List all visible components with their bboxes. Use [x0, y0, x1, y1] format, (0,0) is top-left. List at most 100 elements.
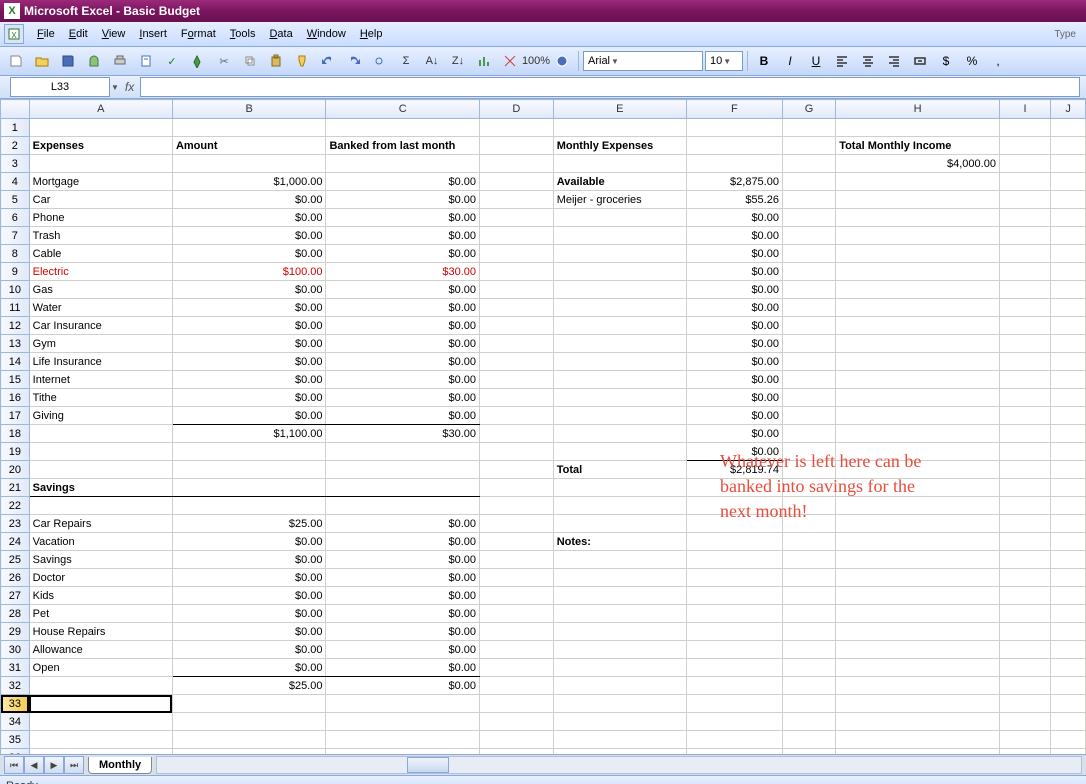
cell-B34[interactable]: [172, 713, 326, 731]
cell-G31[interactable]: [782, 659, 835, 677]
cell-A2[interactable]: Expenses: [29, 137, 172, 155]
cell-H13[interactable]: [836, 335, 1000, 353]
cell-G16[interactable]: [782, 389, 835, 407]
cell-B20[interactable]: [172, 461, 326, 479]
cell-I34[interactable]: [999, 713, 1050, 731]
cell-A34[interactable]: [29, 713, 172, 731]
cell-A21[interactable]: Savings: [29, 479, 172, 497]
cell-A25[interactable]: Savings: [29, 551, 172, 569]
cell-J36[interactable]: [1051, 749, 1086, 755]
cell-J25[interactable]: [1051, 551, 1086, 569]
chart-icon[interactable]: [472, 49, 496, 73]
cell-A22[interactable]: [29, 497, 172, 515]
cell-F18[interactable]: $0.00: [686, 425, 782, 443]
cell-E14[interactable]: [553, 353, 686, 371]
cell-F35[interactable]: [686, 731, 782, 749]
cell-F4[interactable]: $2,875.00: [686, 173, 782, 191]
cell-E11[interactable]: [553, 299, 686, 317]
cell-H26[interactable]: [836, 569, 1000, 587]
cell-C23[interactable]: $0.00: [326, 515, 480, 533]
format-painter-icon[interactable]: [290, 49, 314, 73]
cell-B11[interactable]: $0.00: [172, 299, 326, 317]
menu-data[interactable]: Data: [262, 26, 299, 42]
row-header-12[interactable]: 12: [1, 317, 30, 335]
row-header-25[interactable]: 25: [1, 551, 30, 569]
cell-B10[interactable]: $0.00: [172, 281, 326, 299]
cell-I27[interactable]: [999, 587, 1050, 605]
cell-E35[interactable]: [553, 731, 686, 749]
row-header-9[interactable]: 9: [1, 263, 30, 281]
cell-J12[interactable]: [1051, 317, 1086, 335]
cell-A29[interactable]: House Repairs: [29, 623, 172, 641]
cell-F6[interactable]: $0.00: [686, 209, 782, 227]
cell-F5[interactable]: $55.26: [686, 191, 782, 209]
cell-B23[interactable]: $25.00: [172, 515, 326, 533]
cell-E26[interactable]: [553, 569, 686, 587]
align-left-icon[interactable]: [830, 49, 854, 73]
cell-B9[interactable]: $100.00: [172, 263, 326, 281]
cell-G8[interactable]: [782, 245, 835, 263]
cell-C12[interactable]: $0.00: [326, 317, 480, 335]
cell-H9[interactable]: [836, 263, 1000, 281]
currency-icon[interactable]: $: [934, 49, 958, 73]
cell-D9[interactable]: [480, 263, 554, 281]
cell-C15[interactable]: $0.00: [326, 371, 480, 389]
cell-G10[interactable]: [782, 281, 835, 299]
cell-C4[interactable]: $0.00: [326, 173, 480, 191]
cell-D19[interactable]: [480, 443, 554, 461]
cell-A27[interactable]: Kids: [29, 587, 172, 605]
cell-D13[interactable]: [480, 335, 554, 353]
cell-A19[interactable]: [29, 443, 172, 461]
row-header-6[interactable]: 6: [1, 209, 30, 227]
cell-C28[interactable]: $0.00: [326, 605, 480, 623]
cell-D11[interactable]: [480, 299, 554, 317]
cell-E28[interactable]: [553, 605, 686, 623]
row-header-31[interactable]: 31: [1, 659, 30, 677]
cell-B4[interactable]: $1,000.00: [172, 173, 326, 191]
cell-I1[interactable]: [999, 119, 1050, 137]
cell-I24[interactable]: [999, 533, 1050, 551]
row-header-5[interactable]: 5: [1, 191, 30, 209]
col-header-D[interactable]: D: [480, 100, 554, 119]
cell-A3[interactable]: [29, 155, 172, 173]
cell-D28[interactable]: [480, 605, 554, 623]
cell-H17[interactable]: [836, 407, 1000, 425]
cell-A7[interactable]: Trash: [29, 227, 172, 245]
row-header-11[interactable]: 11: [1, 299, 30, 317]
sort-asc-icon[interactable]: A↓: [420, 49, 444, 73]
row-header-23[interactable]: 23: [1, 515, 30, 533]
cell-C31[interactable]: $0.00: [326, 659, 480, 677]
cell-H15[interactable]: [836, 371, 1000, 389]
row-header-36[interactable]: 36: [1, 749, 30, 755]
cell-D6[interactable]: [480, 209, 554, 227]
cell-A1[interactable]: [29, 119, 172, 137]
menu-tools[interactable]: Tools: [223, 26, 263, 42]
cell-D8[interactable]: [480, 245, 554, 263]
cell-I10[interactable]: [999, 281, 1050, 299]
cell-I8[interactable]: [999, 245, 1050, 263]
cell-I26[interactable]: [999, 569, 1050, 587]
row-header-20[interactable]: 20: [1, 461, 30, 479]
cell-J34[interactable]: [1051, 713, 1086, 731]
cell-C6[interactable]: $0.00: [326, 209, 480, 227]
cell-D25[interactable]: [480, 551, 554, 569]
cell-J23[interactable]: [1051, 515, 1086, 533]
row-header-26[interactable]: 26: [1, 569, 30, 587]
cell-B7[interactable]: $0.00: [172, 227, 326, 245]
cell-D36[interactable]: [480, 749, 554, 755]
cell-A18[interactable]: [29, 425, 172, 443]
cell-I36[interactable]: [999, 749, 1050, 755]
cell-I25[interactable]: [999, 551, 1050, 569]
redo-icon[interactable]: [342, 49, 366, 73]
cell-E6[interactable]: [553, 209, 686, 227]
cell-G36[interactable]: [782, 749, 835, 755]
bold-icon[interactable]: B: [752, 49, 776, 73]
cell-H34[interactable]: [836, 713, 1000, 731]
drawing-icon[interactable]: [498, 49, 522, 73]
row-header-29[interactable]: 29: [1, 623, 30, 641]
row-header-14[interactable]: 14: [1, 353, 30, 371]
cell-H32[interactable]: [836, 677, 1000, 695]
zoom-icon[interactable]: 100%: [524, 49, 548, 73]
cell-E16[interactable]: [553, 389, 686, 407]
cell-J26[interactable]: [1051, 569, 1086, 587]
